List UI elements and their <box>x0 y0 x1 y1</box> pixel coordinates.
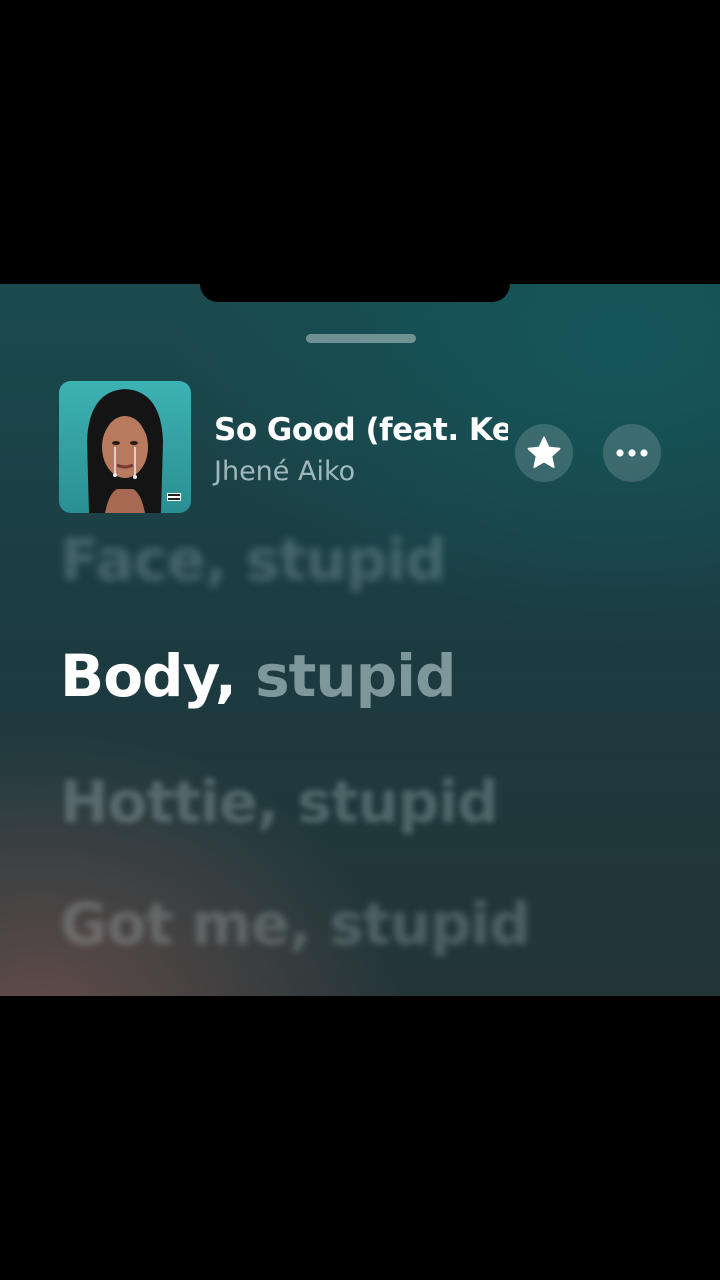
lyric-line-current[interactable]: Body, stupid <box>60 642 457 710</box>
lyrics-screen: So Good (feat. Kehlani) Jhené Aiko Face,… <box>0 284 720 996</box>
lyric-sung-part: Body, <box>60 642 237 710</box>
artist-name[interactable]: Jhené Aiko <box>214 456 355 487</box>
device-notch <box>200 284 510 302</box>
more-options-button[interactable] <box>603 424 661 482</box>
favorite-button[interactable] <box>515 424 573 482</box>
lyric-line-next[interactable]: Hottie, stupid <box>60 768 499 836</box>
star-icon <box>527 436 561 469</box>
song-title-container[interactable]: So Good (feat. Kehlani) <box>214 412 508 448</box>
lyric-line-previous[interactable]: Face, stupid <box>60 526 447 594</box>
sheet-grabber[interactable] <box>306 334 416 343</box>
lyric-line-next[interactable]: Got me, stupid <box>60 890 531 958</box>
song-title: So Good (feat. Kehlani) <box>214 412 508 448</box>
ellipsis-icon <box>616 449 648 457</box>
album-artwork[interactable] <box>59 381 191 513</box>
lyric-unsung-part: stupid <box>235 642 456 710</box>
